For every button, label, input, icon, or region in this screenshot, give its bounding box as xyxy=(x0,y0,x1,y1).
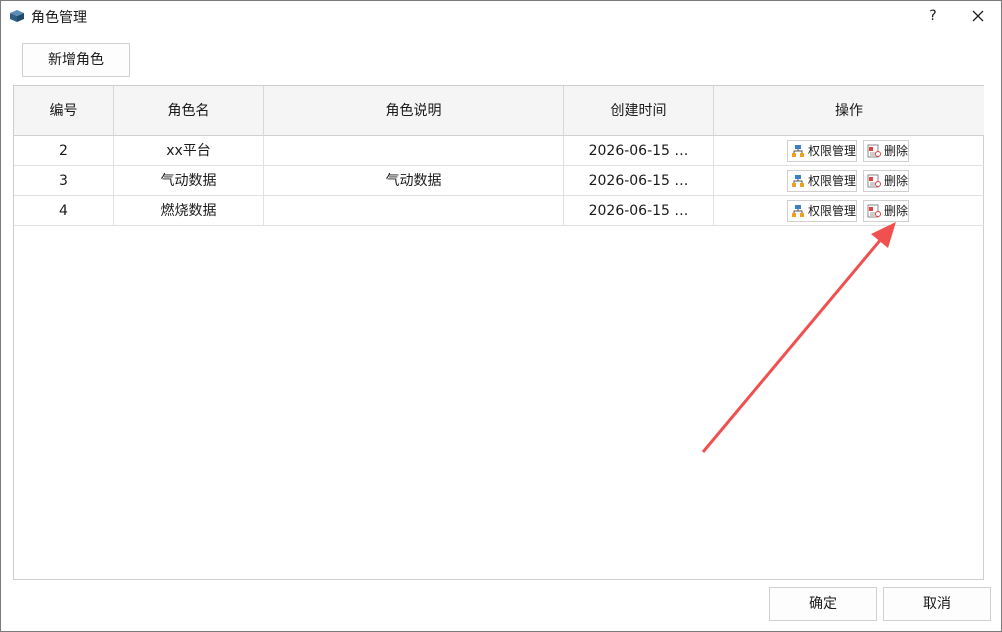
roles-table: 编号 角色名 角色说明 创建时间 操作 2 xx平台 2026-06-15 … … xyxy=(13,85,984,580)
ok-button[interactable]: 确定 xyxy=(769,587,877,621)
delete-icon xyxy=(867,144,881,158)
cell-created: 2026-06-15 … xyxy=(564,136,714,166)
permission-button[interactable]: 权限管理 xyxy=(787,200,857,222)
cell-description xyxy=(264,196,564,226)
delete-button[interactable]: 删除 xyxy=(863,140,909,162)
window-title: 角色管理 xyxy=(31,10,87,26)
permission-label: 权限管理 xyxy=(808,204,857,218)
add-role-button[interactable]: 新增角色 xyxy=(22,43,130,77)
cell-description xyxy=(264,136,564,166)
delete-label: 删除 xyxy=(884,144,909,158)
cell-name: xx平台 xyxy=(114,136,264,166)
column-header-description[interactable]: 角色说明 xyxy=(264,86,564,136)
column-header-actions[interactable]: 操作 xyxy=(714,86,984,136)
close-icon xyxy=(972,10,984,22)
cell-created: 2026-06-15 … xyxy=(564,166,714,196)
cell-id: 4 xyxy=(14,196,114,226)
cell-id: 3 xyxy=(14,166,114,196)
permission-label: 权限管理 xyxy=(808,174,857,188)
column-header-id[interactable]: 编号 xyxy=(14,86,114,136)
column-header-name[interactable]: 角色名 xyxy=(114,86,264,136)
table-row[interactable]: 4 燃烧数据 2026-06-15 … 权限管理 删除 xyxy=(14,196,984,226)
cell-name: 气动数据 xyxy=(114,166,264,196)
app-icon xyxy=(10,10,24,22)
delete-icon xyxy=(867,174,881,188)
cell-name: 燃烧数据 xyxy=(114,196,264,226)
cell-actions: 权限管理 删除 xyxy=(714,166,984,196)
cell-actions: 权限管理 删除 xyxy=(714,136,984,166)
table-row[interactable]: 2 xx平台 2026-06-15 … 权限管理 删除 xyxy=(14,136,984,166)
role-management-dialog: 角色管理 ? 新增角色 编号 角色名 角色说明 创建时间 操作 2 xx平台 2… xyxy=(0,0,1002,632)
cancel-button[interactable]: 取消 xyxy=(883,587,991,621)
cell-actions: 权限管理 删除 xyxy=(714,196,984,226)
help-button[interactable]: ? xyxy=(919,5,947,27)
delete-button[interactable]: 删除 xyxy=(863,200,909,222)
permission-icon xyxy=(792,205,804,217)
delete-icon xyxy=(867,204,881,218)
delete-label: 删除 xyxy=(884,204,909,218)
column-header-created[interactable]: 创建时间 xyxy=(564,86,714,136)
delete-button[interactable]: 删除 xyxy=(863,170,909,192)
permission-button[interactable]: 权限管理 xyxy=(787,140,857,162)
table-row[interactable]: 3 气动数据 气动数据 2026-06-15 … 权限管理 删除 xyxy=(14,166,984,196)
title-bar: 角色管理 ? xyxy=(1,1,1001,32)
permission-label: 权限管理 xyxy=(808,144,857,158)
close-button[interactable] xyxy=(963,5,993,27)
permission-button[interactable]: 权限管理 xyxy=(787,170,857,192)
cell-id: 2 xyxy=(14,136,114,166)
delete-label: 删除 xyxy=(884,174,909,188)
cell-created: 2026-06-15 … xyxy=(564,196,714,226)
permission-icon xyxy=(792,175,804,187)
permission-icon xyxy=(792,145,804,157)
cell-description: 气动数据 xyxy=(264,166,564,196)
